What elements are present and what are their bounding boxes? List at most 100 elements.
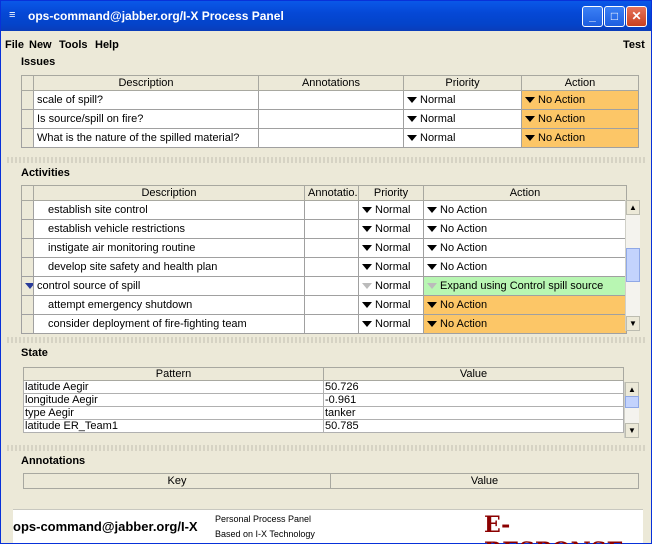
activity-action-select[interactable]: Expand using Control spill source — [423, 276, 627, 296]
activity-description[interactable]: control source of spill — [33, 276, 305, 296]
minimize-button[interactable]: _ — [582, 6, 603, 27]
scroll-down-icon[interactable]: ▼ — [626, 316, 640, 331]
state-pattern[interactable]: type Aegir — [23, 406, 324, 420]
activity-annotations[interactable] — [304, 200, 359, 220]
activity-description[interactable]: consider deployment of fire-fighting tea… — [33, 314, 305, 334]
activities-col-description[interactable]: Description — [33, 185, 305, 201]
dropdown-arrow-icon — [525, 116, 535, 123]
activity-action-select[interactable]: No Action — [423, 257, 627, 277]
activities-col-annotations[interactable]: Annotatio... — [304, 185, 359, 201]
annotations-col-value[interactable]: Value — [330, 473, 639, 489]
issue-description[interactable]: scale of spill? — [33, 90, 259, 110]
state-value[interactable]: tanker — [323, 406, 624, 420]
activity-annotations[interactable] — [304, 276, 359, 296]
state-value[interactable]: -0.961 — [323, 393, 624, 407]
activity-annotations[interactable] — [304, 219, 359, 239]
issues-col-description[interactable]: Description — [33, 75, 259, 91]
title-bar[interactable]: ≡ ops-command@jabber.org/I-X Process Pan… — [1, 1, 651, 31]
activity-action-select[interactable]: No Action — [423, 238, 627, 258]
table-row[interactable]: establish site control Normal No Action — [21, 200, 627, 220]
issue-annotations[interactable] — [258, 90, 404, 110]
table-row[interactable]: longitude Aegir -0.961 — [23, 393, 624, 407]
activity-priority-select[interactable]: Normal — [358, 219, 424, 239]
issue-priority-select[interactable]: Normal — [403, 128, 522, 148]
activity-description[interactable]: instigate air monitoring routine — [33, 238, 305, 258]
activity-description[interactable]: develop site safety and health plan — [33, 257, 305, 277]
table-row[interactable]: instigate air monitoring routine Normal … — [21, 238, 627, 258]
table-row[interactable]: Is source/spill on fire? Normal No Actio… — [21, 109, 639, 129]
table-row[interactable]: type Aegir tanker — [23, 406, 624, 420]
issue-action-select[interactable]: No Action — [521, 109, 639, 129]
issues-splitter[interactable] — [7, 157, 645, 163]
scroll-thumb[interactable] — [626, 248, 640, 282]
activity-annotations[interactable] — [304, 314, 359, 334]
scroll-up-icon[interactable]: ▲ — [626, 200, 640, 215]
state-pattern[interactable]: latitude ER_Team1 — [23, 419, 324, 433]
e-response-logo: E-RESPONSE — [484, 512, 623, 544]
issues-col-annotations[interactable]: Annotations — [258, 75, 404, 91]
issue-action-select[interactable]: No Action — [521, 128, 639, 148]
table-row[interactable]: scale of spill? Normal No Action — [21, 90, 639, 110]
activities-col-action[interactable]: Action — [423, 185, 627, 201]
activity-priority-select[interactable]: Normal — [358, 257, 424, 277]
expand-toggle[interactable] — [21, 276, 34, 296]
table-row[interactable]: latitude ER_Team1 50.785 — [23, 419, 624, 433]
menu-help[interactable]: Help — [95, 39, 119, 51]
activity-priority-select[interactable]: Normal — [358, 238, 424, 258]
issue-action-select[interactable]: No Action — [521, 90, 639, 110]
table-row[interactable]: What is the nature of the spilled materi… — [21, 128, 639, 148]
scroll-down-icon[interactable]: ▼ — [625, 423, 639, 438]
state-pattern[interactable]: longitude Aegir — [23, 393, 324, 407]
table-row[interactable]: develop site safety and health plan Norm… — [21, 257, 627, 277]
activity-action-select[interactable]: No Action — [423, 200, 627, 220]
issue-annotations[interactable] — [258, 128, 404, 148]
activity-annotations[interactable] — [304, 257, 359, 277]
table-row[interactable]: establish vehicle restrictions Normal No… — [21, 219, 627, 239]
activity-description[interactable]: establish vehicle restrictions — [33, 219, 305, 239]
activity-priority-select[interactable]: Normal — [358, 200, 424, 220]
menu-file[interactable]: File — [5, 39, 24, 51]
state-splitter[interactable] — [7, 445, 645, 451]
activity-action-select[interactable]: No Action — [423, 219, 627, 239]
issues-col-action[interactable]: Action — [521, 75, 639, 91]
activity-priority-select[interactable]: Normal — [358, 314, 424, 334]
table-row[interactable]: attempt emergency shutdown Normal No Act… — [21, 295, 627, 315]
issue-priority-value: Normal — [420, 113, 456, 125]
table-row[interactable]: consider deployment of fire-fighting tea… — [21, 314, 627, 334]
activity-description[interactable]: establish site control — [33, 200, 305, 220]
dropdown-arrow-icon — [407, 135, 417, 142]
table-row[interactable]: latitude Aegir 50.726 — [23, 380, 624, 394]
state-col-value[interactable]: Value — [323, 367, 624, 381]
issue-description[interactable]: What is the nature of the spilled materi… — [33, 128, 259, 148]
state-value[interactable]: 50.785 — [323, 419, 624, 433]
state-pattern[interactable]: latitude Aegir — [23, 380, 324, 394]
issue-priority-select[interactable]: Normal — [403, 90, 522, 110]
annotations-col-key[interactable]: Key — [23, 473, 331, 489]
issue-description[interactable]: Is source/spill on fire? — [33, 109, 259, 129]
dropdown-arrow-icon — [427, 321, 437, 328]
menu-tools[interactable]: Tools — [59, 39, 88, 51]
table-row[interactable]: control source of spill Normal Expand us… — [21, 276, 627, 296]
state-col-pattern[interactable]: Pattern — [23, 367, 324, 381]
maximize-button[interactable]: □ — [604, 6, 625, 27]
activity-action-select[interactable]: No Action — [423, 314, 627, 334]
issues-col-priority[interactable]: Priority — [403, 75, 522, 91]
issue-priority-select[interactable]: Normal — [403, 109, 522, 129]
activity-description[interactable]: attempt emergency shutdown — [33, 295, 305, 315]
close-button[interactable]: ✕ — [626, 6, 647, 27]
activities-scrollbar[interactable]: ▲ ▼ — [625, 200, 640, 331]
menu-test[interactable]: Test — [623, 39, 645, 51]
activity-annotations[interactable] — [304, 295, 359, 315]
activity-annotations[interactable] — [304, 238, 359, 258]
activities-splitter[interactable] — [7, 337, 645, 343]
menu-new[interactable]: New — [29, 39, 52, 51]
issue-annotations[interactable] — [258, 109, 404, 129]
activity-action-select[interactable]: No Action — [423, 295, 627, 315]
scroll-up-icon[interactable]: ▲ — [625, 382, 639, 397]
state-value[interactable]: 50.726 — [323, 380, 624, 394]
activities-col-priority[interactable]: Priority — [358, 185, 424, 201]
activity-priority-select[interactable]: Normal — [358, 276, 424, 296]
state-scrollbar[interactable]: ▲ ▼ — [624, 382, 639, 438]
activity-priority-select[interactable]: Normal — [358, 295, 424, 315]
scroll-thumb[interactable] — [625, 396, 639, 408]
